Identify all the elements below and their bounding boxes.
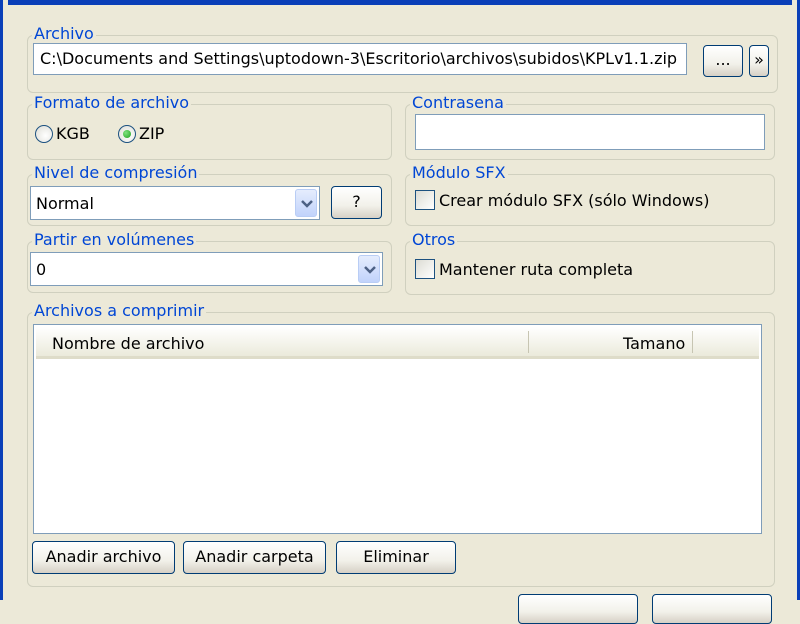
column-divider[interactable]	[692, 331, 693, 353]
partir-group-title: Partir en volúmenes	[32, 230, 197, 250]
add-folder-button[interactable]: Anadir carpeta	[183, 541, 326, 574]
volume-split-select[interactable]: 0	[30, 252, 383, 286]
window-left-border	[0, 0, 8, 600]
sfx-checkbox-box	[415, 190, 435, 210]
dialog-button-ok[interactable]	[518, 594, 638, 624]
column-header-size[interactable]: Tamano	[611, 327, 697, 356]
radio-kgb[interactable]: KGB	[35, 124, 90, 143]
formato-group-title: Formato de archivo	[32, 93, 192, 113]
radio-selected-dot	[123, 129, 131, 138]
keep-path-checkbox-label: Mantener ruta completa	[439, 259, 634, 279]
radio-kgb-label: KGB	[56, 124, 90, 143]
keep-path-checkbox[interactable]: Mantener ruta completa	[415, 259, 633, 279]
chevron-down-icon[interactable]	[295, 189, 317, 217]
dialog-button-cancel[interactable]	[652, 594, 772, 624]
chevron-down-icon[interactable]	[358, 255, 380, 283]
sfx-group-title: Módulo SFX	[410, 163, 508, 183]
compression-level-value: Normal	[36, 194, 94, 213]
add-file-button[interactable]: Anadir archivo	[32, 541, 175, 574]
radio-zip-circle	[118, 124, 136, 143]
more-button[interactable]: »	[749, 45, 769, 77]
files-list[interactable]: Nombre de archivo Tamano	[33, 324, 762, 534]
contrasena-group-title: Contrasena	[410, 93, 506, 113]
archivos-group-title: Archivos a comprimir	[32, 301, 207, 321]
window-top-border	[0, 0, 800, 5]
otros-group-title: Otros	[410, 230, 458, 250]
compression-help-button[interactable]: ?	[331, 186, 382, 219]
password-field[interactable]	[415, 114, 765, 150]
column-divider[interactable]	[528, 331, 529, 353]
column-header-name[interactable]: Nombre de archivo	[40, 327, 216, 356]
radio-zip[interactable]: ZIP	[118, 124, 164, 143]
browse-button[interactable]: ...	[703, 45, 743, 77]
archivo-group-title: Archivo	[32, 24, 96, 44]
window-right-border	[792, 0, 800, 600]
sfx-checkbox[interactable]: Crear módulo SFX (sólo Windows)	[415, 190, 709, 210]
nivel-group-title: Nivel de compresión	[32, 163, 200, 183]
radio-zip-label: ZIP	[139, 124, 165, 143]
sfx-checkbox-label: Crear módulo SFX (sólo Windows)	[439, 190, 710, 210]
compression-level-select[interactable]: Normal	[30, 186, 320, 220]
remove-button[interactable]: Eliminar	[336, 541, 456, 574]
files-list-header: Nombre de archivo Tamano	[36, 327, 759, 359]
radio-kgb-circle	[35, 124, 53, 143]
keep-path-checkbox-box	[415, 259, 435, 279]
archivo-path-field[interactable]: C:\Documents and Settings\uptodown-3\Esc…	[33, 43, 687, 75]
volume-split-value: 0	[36, 260, 47, 279]
